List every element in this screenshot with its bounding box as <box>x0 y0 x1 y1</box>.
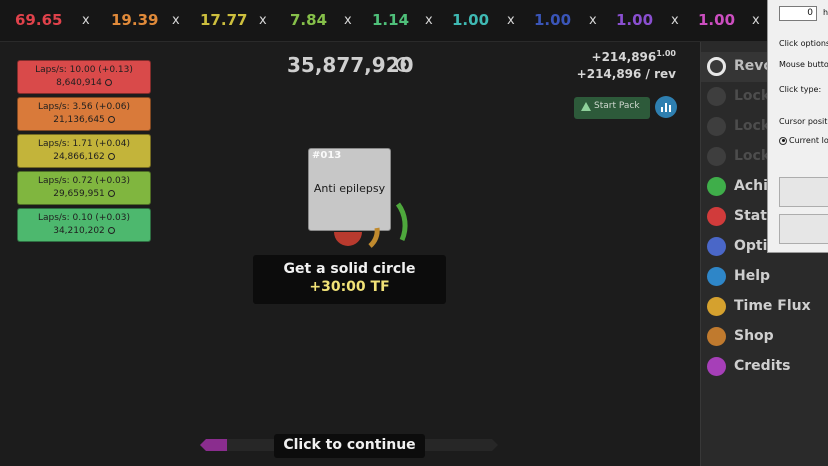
menu-item-shop[interactable]: Shop <box>701 322 828 352</box>
interval-field[interactable]: 0 <box>779 6 817 21</box>
multiplier-separator: x <box>507 13 515 28</box>
multiplier-separator: x <box>82 13 90 28</box>
lap-rate: Laps/s: 3.56 (+0.06) <box>37 102 131 112</box>
bar-chart-icon <box>661 107 663 112</box>
menu-item-label: Lock <box>734 148 771 164</box>
multiplier-separator: x <box>344 13 352 28</box>
stats-icon <box>707 207 726 226</box>
interval-unit: h <box>823 8 828 17</box>
lap-total: 34,210,202 <box>18 225 150 238</box>
lock-icon <box>707 147 726 166</box>
multiplier-value: 1.00 <box>698 11 736 29</box>
gain-multiplier: 1.00 <box>656 49 676 58</box>
lap-counter[interactable]: Laps/s: 10.00 (+0.13) 8,640,914 <box>17 60 151 94</box>
menu-item-label: Shop <box>734 328 774 344</box>
start-button[interactable] <box>779 177 828 207</box>
lap-rate: Laps/s: 10.00 (+0.13) <box>35 65 133 75</box>
circle-orb-icon <box>334 202 408 248</box>
gain-per-rev: +214,896 / rev <box>576 67 676 81</box>
multiplier-separator: x <box>425 13 433 28</box>
coin-icon <box>104 79 112 86</box>
mouse-button-label: Mouse butto <box>779 60 828 69</box>
achievement-icon <box>707 177 726 196</box>
lap-rate: Laps/s: 0.10 (+0.03) <box>37 213 131 223</box>
menu-item-label: Achi <box>734 178 768 194</box>
multiplier-separator: x <box>259 13 267 28</box>
lock-icon <box>707 117 726 136</box>
lock-icon <box>707 87 726 106</box>
stopwatch-icon <box>707 297 726 316</box>
lap-total: 29,659,951 <box>18 188 150 201</box>
radio-selected-icon <box>779 136 787 145</box>
multiplier-separator: x <box>172 13 180 28</box>
revolution-icon <box>707 57 726 76</box>
coin-icon <box>396 57 411 72</box>
shop-icon <box>707 327 726 346</box>
cursor-position-label: Cursor positio <box>779 117 828 126</box>
info-icon <box>707 357 726 376</box>
gear-icon <box>707 237 726 256</box>
click-type-label: Click type: <box>779 85 822 94</box>
multiplier-value: 1.00 <box>452 11 490 29</box>
start-pack-button[interactable]: Start Pack <box>574 97 650 119</box>
lap-rate: Laps/s: 1.71 (+0.04) <box>37 139 131 149</box>
reward-title: Get a solid circle <box>283 261 416 277</box>
continue-button[interactable]: Click to continue <box>274 434 425 458</box>
auto-clicker-window: 0 h Click options Mouse butto Click type… <box>767 0 828 253</box>
lap-rate: Laps/s: 0.72 (+0.03) <box>37 176 131 186</box>
multiplier-value: 19.39 <box>111 11 159 29</box>
menu-item-label: Lock <box>734 118 771 134</box>
menu-item-credits[interactable]: Credits <box>701 352 828 382</box>
lap-counter[interactable]: Laps/s: 0.72 (+0.03) 29,659,951 <box>17 171 151 205</box>
multiplier-bar: 69.6519.3917.777.841.141.001.001.001.001… <box>0 0 828 42</box>
multiplier-value: 1.00 <box>616 11 654 29</box>
lap-total: 21,136,645 <box>18 114 150 127</box>
click-options-label: Click options <box>779 39 828 48</box>
bar-chart-icon-bar <box>669 105 671 112</box>
menu-item-label: Time Flux <box>734 298 811 314</box>
menu-item-label: Help <box>734 268 771 284</box>
lap-counter[interactable]: Laps/s: 3.56 (+0.06) 21,136,645 <box>17 97 151 131</box>
multiplier-separator: x <box>589 13 597 28</box>
reward-panel: Get a solid circle +30:00 TF <box>253 255 446 304</box>
help-icon <box>707 267 726 286</box>
lap-counter[interactable]: Laps/s: 1.71 (+0.04) 24,866,162 <box>17 134 151 168</box>
start-pack-label: Start Pack <box>594 101 640 111</box>
total-score: 35,877,920 <box>287 53 414 77</box>
multiplier-value: 1.00 <box>534 11 572 29</box>
coin-icon <box>107 153 115 160</box>
reward-bonus: +30:00 TF <box>309 279 390 295</box>
menu-item-help[interactable]: Help <box>701 262 828 292</box>
multiplier-value: 1.14 <box>372 11 410 29</box>
lap-counter[interactable]: Laps/s: 0.10 (+0.03) 34,210,202 <box>17 208 151 242</box>
multiplier-value: 69.65 <box>15 11 63 29</box>
menu-item-time-flux[interactable]: Time Flux <box>701 292 828 322</box>
bar-chart-icon-bar <box>665 103 667 112</box>
coin-icon <box>107 190 115 197</box>
coin-icon <box>107 227 115 234</box>
multiplier-value: 17.77 <box>200 11 248 29</box>
multiplier-separator: x <box>671 13 679 28</box>
stop-button[interactable] <box>779 214 828 244</box>
multiplier-value: 7.84 <box>290 11 328 29</box>
current-location-option[interactable]: Current lo <box>779 136 828 145</box>
menu-item-label: Lock <box>734 88 771 104</box>
gain-per-click: +214,8961.00 <box>592 49 676 64</box>
coin-icon <box>107 116 115 123</box>
lap-total: 24,866,162 <box>18 151 150 164</box>
statistics-button[interactable] <box>655 96 677 118</box>
menu-item-label: Credits <box>734 358 791 374</box>
tree-icon <box>581 102 591 111</box>
multiplier-separator: x <box>752 13 760 28</box>
lap-total: 8,640,914 <box>18 77 150 90</box>
gain-value: +214,896 <box>591 50 657 64</box>
card-number: #013 <box>312 150 342 161</box>
current-location-label: Current lo <box>789 136 828 145</box>
